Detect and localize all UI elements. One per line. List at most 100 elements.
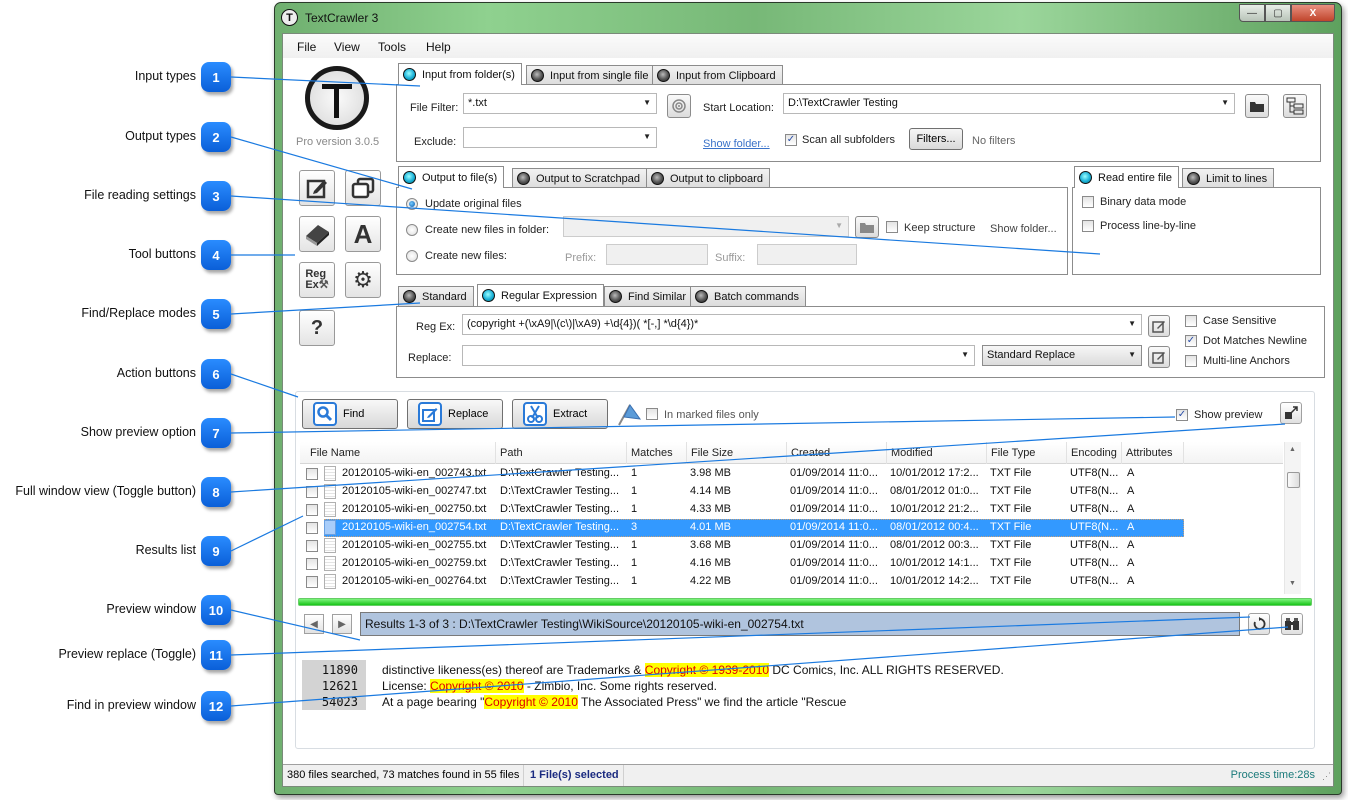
menu-help[interactable]: Help [426,40,451,54]
table-row[interactable]: 20120105-wiki-en_002747.txt D:\TextCrawle… [300,483,1184,501]
tab-radio-icon [403,171,416,184]
settings-tool-button[interactable]: ⚙ [345,262,381,298]
scroll-down-icon[interactable]: ▼ [1289,580,1296,587]
replace-label: Replace: [408,352,452,364]
menu-file[interactable]: File [297,40,316,54]
tab-input-single-file[interactable]: Input from single file [526,65,656,85]
folder-tree-button[interactable] [1283,94,1307,118]
replace-button[interactable]: Replace [407,399,503,429]
table-row[interactable]: 20120105-wiki-en_002764.txt D:\TextCrawle… [300,573,1184,591]
table-row[interactable]: 20120105-wiki-en_002750.txt D:\TextCrawle… [300,501,1184,519]
row-checkbox[interactable] [306,522,318,534]
tab-input-folder[interactable]: Input from folder(s) [398,63,522,85]
output-show-folder[interactable]: Show folder... [990,223,1057,235]
tab-output-clipboard[interactable]: Output to clipboard [646,168,770,188]
font-tool-button[interactable]: A [345,216,381,252]
file-filter-combo[interactable]: *.txt ▼ [463,93,657,114]
next-result-button[interactable]: ▶ [332,614,352,634]
close-button[interactable]: X [1291,4,1335,22]
browse-folder-button[interactable] [1245,94,1269,118]
tab-find-similar[interactable]: Find Similar [604,286,694,306]
row-checkbox[interactable] [306,504,318,516]
replace-editor-button[interactable] [1148,346,1170,368]
scrollbar-thumb[interactable] [1287,472,1300,488]
help-tool-button[interactable]: ? [299,310,335,346]
row-checkbox[interactable] [306,576,318,588]
regex-input[interactable]: (copyright +(\xA9|\(c\)|\xA9) +\d{4})( *… [462,314,1142,335]
row-checkbox[interactable] [306,486,318,498]
keep-structure-checkbox[interactable] [886,221,898,233]
find-in-preview-button[interactable] [1281,613,1303,635]
maximize-button[interactable]: ▢ [1265,4,1291,22]
cell-size: 3.68 MB [690,539,731,551]
col-path[interactable]: Path [496,442,627,464]
replace-mode-select[interactable]: Standard Replace ▼ [982,345,1142,366]
dot-newline-checkbox[interactable]: ✓ [1185,335,1197,347]
tab-standard[interactable]: Standard [398,286,474,306]
col-created[interactable]: Created [787,442,887,464]
multiline-anchors-checkbox[interactable] [1185,355,1197,367]
resize-grip-icon[interactable]: ⋰ [1322,771,1331,782]
create-new-files-radio[interactable] [406,250,418,262]
library-tool-button[interactable] [299,216,335,252]
results-scrollbar[interactable]: ▲ ▼ [1284,442,1301,594]
edit-tool-button[interactable] [299,170,335,206]
find-button[interactable]: Find [302,399,398,429]
table-row[interactable]: 20120105-wiki-en_002755.txt D:\TextCrawle… [300,537,1184,555]
regex-editor-button[interactable] [1148,315,1170,337]
tab-input-clipboard[interactable]: Input from Clipboard [652,65,783,85]
cell-modified: 08/01/2012 01:0... [890,485,979,497]
scan-subfolders-checkbox[interactable]: ✓ [785,134,797,146]
replace-input[interactable]: ▼ [462,345,975,366]
full-window-toggle[interactable] [1280,402,1302,424]
row-checkbox[interactable] [306,558,318,570]
exclude-combo[interactable]: ▼ [463,127,657,148]
col-file-name[interactable]: File Name [300,442,496,464]
minimize-button[interactable]: — [1239,4,1265,22]
row-checkbox[interactable] [306,540,318,552]
create-in-folder-radio[interactable] [406,224,418,236]
tab-regular-expression[interactable]: Regular Expression [477,284,604,306]
case-sensitive-checkbox[interactable] [1185,315,1197,327]
marked-only-checkbox[interactable] [646,408,658,420]
binary-mode-checkbox[interactable] [1082,196,1094,208]
scroll-up-icon[interactable]: ▲ [1289,446,1296,453]
extract-button[interactable]: Extract [512,399,608,429]
show-preview-checkbox[interactable]: ✓ [1176,409,1188,421]
preview-replace-toggle[interactable] [1248,613,1270,635]
tab-output-files[interactable]: Output to file(s) [398,166,505,188]
table-row[interactable]: 20120105-wiki-en_002743.txt D:\TextCrawle… [300,465,1184,483]
regex-tool-button[interactable]: Reg Ex⚒ [299,262,335,298]
suffix-input[interactable] [757,244,857,265]
preview-line: License: Copyright © 2010 - Zimbio, Inc.… [382,679,717,693]
tab-batch-commands[interactable]: Batch commands [690,286,806,306]
show-folder-link[interactable]: Show folder... [703,138,770,150]
col-file-size[interactable]: File Size [687,442,787,464]
title-bar[interactable]: T TextCrawler 3 — ▢ X [275,3,1341,33]
tab-limit-to-lines[interactable]: Limit to lines [1182,168,1275,188]
menu-tools[interactable]: Tools [378,40,406,54]
table-row[interactable]: 20120105-wiki-en_002759.txt D:\TextCrawle… [300,555,1184,573]
line-by-line-checkbox[interactable] [1082,220,1094,232]
update-original-radio[interactable] [406,198,418,210]
menu-view[interactable]: View [334,40,360,54]
tab-output-scratchpad[interactable]: Output to Scratchpad [512,168,647,188]
search-icon [313,402,337,426]
tab-read-entire-file[interactable]: Read entire file [1074,166,1179,188]
col-file-type[interactable]: File Type [987,442,1067,464]
output-folder-combo[interactable]: ▼ [563,216,849,237]
filters-button[interactable]: Filters... [909,128,963,150]
preview-window[interactable]: distinctive likeness(es) thereof are Tra… [382,662,1004,710]
prev-result-button[interactable]: ◀ [304,614,324,634]
target-button[interactable] [667,94,691,118]
table-row[interactable]: 20120105-wiki-en_002754.txt D:\TextCrawle… [300,519,1184,537]
col-encoding[interactable]: Encoding [1067,442,1122,464]
col-attributes[interactable]: Attributes [1122,442,1184,464]
row-checkbox[interactable] [306,468,318,480]
start-location-combo[interactable]: D:\TextCrawler Testing ▼ [783,93,1235,114]
output-browse-button[interactable] [855,216,879,238]
windows-tool-button[interactable] [345,170,381,206]
col-matches[interactable]: Matches [627,442,687,464]
col-modified[interactable]: Modified [887,442,987,464]
prefix-input[interactable] [606,244,708,265]
